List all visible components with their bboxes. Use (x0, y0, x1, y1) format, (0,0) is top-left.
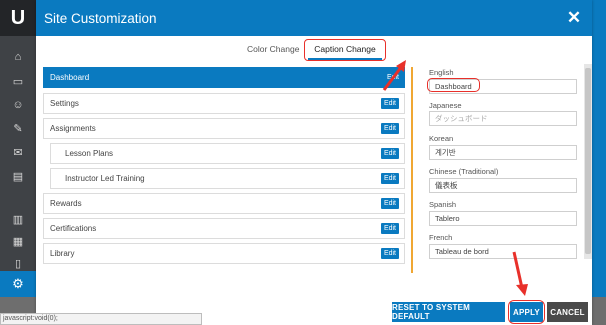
browser-status-bar: javascript:void(0); (0, 313, 202, 325)
users-icon[interactable]: ☺ (10, 98, 26, 112)
annotation-arrow-to-apply (512, 251, 528, 296)
list-item-assignments[interactable]: Assignments Edit (43, 118, 405, 139)
home-icon[interactable]: ⌂ (10, 50, 26, 64)
reset-to-system-default-button[interactable]: RESET TO SYSTEM DEFAULT (392, 302, 505, 322)
list-item-settings[interactable]: Settings Edit (43, 93, 405, 114)
tab-bar: Color Change Caption Change (36, 36, 592, 66)
mobile-icon[interactable]: ▯ (10, 257, 26, 271)
list-item-label: Settings (50, 99, 79, 108)
modal-header: Site Customization (36, 0, 592, 36)
list-item-label: Dashboard (50, 73, 90, 82)
edit-button[interactable]: Edit (380, 123, 399, 134)
list-item-lesson-plans[interactable]: Lesson Plans Edit (50, 143, 405, 164)
app-logo: U (0, 0, 36, 36)
edit-button[interactable]: Edit (380, 98, 399, 109)
background-sidebar: U ⌂ ▭ ☺ ✎ ✉ ▤ ▥ ▦ ▯ ⚙ ◔ (0, 0, 36, 325)
language-label-chinese-traditional: Chinese (Traditional) (429, 167, 499, 176)
language-label-korean: Korean (429, 134, 454, 143)
caption-input-korean[interactable]: 계기반 (429, 145, 577, 160)
chart-icon[interactable]: ▥ (10, 213, 26, 227)
list-item-label: Instructor Led Training (65, 174, 145, 183)
scrollbar-thumb[interactable] (585, 68, 591, 254)
edit-button[interactable]: Edit (380, 148, 399, 159)
list-item-instructor-led-training[interactable]: Instructor Led Training Edit (50, 168, 405, 189)
modal-title: Site Customization (44, 10, 157, 26)
cancel-button[interactable]: CANCEL (547, 302, 588, 322)
annotation-highlight-english-input (427, 78, 480, 92)
language-label-french: French (429, 233, 453, 242)
close-icon: ✕ (566, 8, 582, 27)
caption-input-french[interactable]: Tableau de bord (429, 244, 577, 259)
caption-input-spanish[interactable]: Tablero (429, 211, 577, 226)
list-item-label: Certifications (50, 224, 97, 233)
edit-button[interactable]: Edit (380, 223, 399, 234)
caption-input-chinese-traditional[interactable]: 儀表板 (429, 178, 577, 193)
edit-button[interactable]: Edit (380, 173, 399, 184)
list-item-dashboard[interactable]: Dashboard Edit (43, 67, 405, 88)
list-item-library[interactable]: Library Edit (43, 243, 405, 264)
background-right-edge (592, 0, 606, 325)
list-item-certifications[interactable]: Certifications Edit (43, 218, 405, 239)
presentation-icon[interactable]: ▭ (10, 75, 26, 89)
caption-list: Dashboard Edit Settings Edit Assignments… (43, 67, 405, 267)
gear-icon[interactable]: ⚙ (0, 271, 36, 297)
tools-icon[interactable]: ✎ (10, 122, 26, 136)
edit-button[interactable]: Edit (380, 248, 399, 259)
tab-color-change[interactable]: Color Change (247, 44, 299, 54)
annotation-highlight-caption-tab (304, 39, 386, 61)
annotation-highlight-apply (508, 300, 545, 324)
language-captions-panel: English Dashboard Japanese ダッシュボード Korea… (426, 64, 592, 274)
caption-input-japanese[interactable]: ダッシュボード (429, 111, 577, 126)
list-item-label: Rewards (50, 199, 82, 208)
language-scrollbar[interactable] (584, 64, 592, 259)
language-label-spanish: Spanish (429, 200, 457, 209)
panel-divider (411, 67, 413, 273)
close-button[interactable]: ✕ (556, 0, 592, 36)
list-item-label: Assignments (50, 124, 96, 133)
edit-button[interactable]: Edit (380, 198, 399, 209)
language-label-english: English (429, 68, 454, 77)
language-label-japanese: Japanese (429, 101, 462, 110)
list-item-label: Library (50, 249, 75, 258)
annotation-arrow-to-caption-tab (382, 60, 406, 91)
inbox-icon[interactable]: ✉ (10, 146, 26, 160)
reports-icon[interactable]: ▤ (10, 170, 26, 184)
list-item-label: Lesson Plans (65, 149, 114, 158)
list-item-rewards[interactable]: Rewards Edit (43, 193, 405, 214)
calendar-icon[interactable]: ▦ (10, 235, 26, 249)
